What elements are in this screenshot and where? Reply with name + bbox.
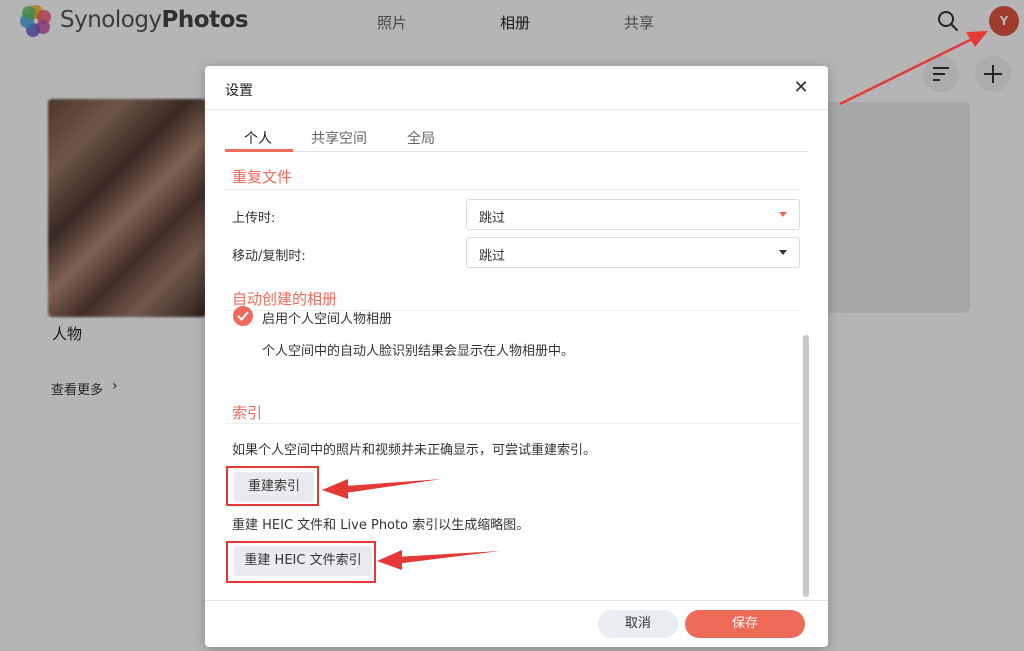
highlight-box (226, 541, 376, 583)
move-copy-label: 移动/复制时: (232, 249, 306, 264)
scrollbar[interactable] (803, 335, 809, 597)
people-album-description: 个人空间中的自动人脸识别结果会显示在人物相册中。 (262, 344, 575, 359)
move-copy-select-value: 跳过 (479, 249, 506, 264)
section-title-index: 索引 (232, 404, 263, 422)
section-divider (225, 423, 800, 424)
footer-divider (205, 600, 828, 601)
people-album-checkbox-label[interactable]: 启用个人空间人物相册 (262, 308, 392, 327)
section-divider (225, 189, 800, 190)
chevron-down-icon (779, 212, 787, 217)
section-title-auto-albums: 自动创建的相册 (232, 290, 338, 308)
tab-personal[interactable]: 个人 (244, 128, 272, 148)
chevron-down-icon (779, 250, 787, 255)
reindex-description: 如果个人空间中的照片和视频并未正确显示，可尝试重建索引。 (232, 443, 597, 458)
tab-global[interactable]: 全局 (407, 128, 435, 148)
people-album-checkbox[interactable] (233, 306, 253, 326)
tab-shared-space[interactable]: 共享空间 (311, 128, 367, 148)
close-icon[interactable]: ✕ (790, 77, 812, 99)
upload-label: 上传时: (232, 211, 276, 226)
save-button[interactable]: 保存 (685, 610, 805, 638)
section-title-duplicates: 重复文件 (232, 168, 293, 186)
checkmark-icon (237, 311, 249, 321)
settings-content[interactable]: 重复文件 上传时: 跳过 移动/复制时: 跳过 自动创建的相册 启用个人空间人物… (205, 152, 828, 600)
settings-tabs: 个人 共享空间 全局 (225, 128, 808, 152)
dialog-title: 设置 (225, 83, 253, 99)
highlight-box (226, 466, 319, 506)
upload-duplicate-select[interactable]: 跳过 (466, 199, 800, 230)
heic-reindex-description: 重建 HEIC 文件和 Live Photo 索引以生成缩略图。 (232, 518, 530, 533)
header-divider (205, 109, 828, 110)
settings-dialog: 设置 ✕ 个人 共享空间 全局 重复文件 上传时: 跳过 移动/复制时: 跳过 … (205, 66, 828, 647)
move-copy-duplicate-select[interactable]: 跳过 (466, 237, 800, 268)
cancel-button[interactable]: 取消 (598, 610, 678, 638)
upload-select-value: 跳过 (479, 211, 506, 226)
